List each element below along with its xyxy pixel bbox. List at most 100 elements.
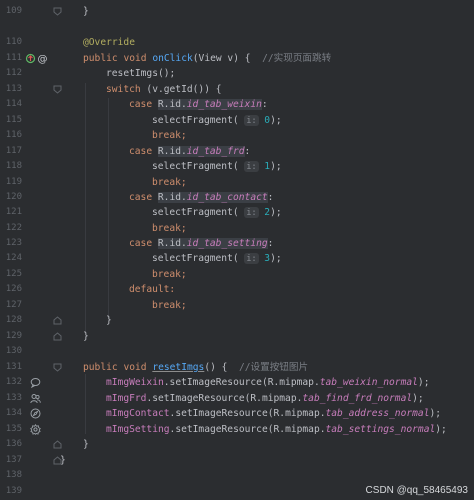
param-hint: i: (244, 207, 259, 218)
colon: : (261, 99, 268, 110)
line-number: 133 (5, 393, 22, 403)
line-number: 109 (5, 6, 22, 16)
line-number: 111 (5, 53, 22, 63)
resource-id: tab_find_frd_normal (302, 393, 413, 404)
code-line[interactable]: default: (0, 282, 474, 297)
method-name: resetImgs (152, 362, 205, 373)
code-line[interactable]: case R.id.id_tab_contact: (0, 190, 474, 205)
fold-marker-icon[interactable] (53, 316, 62, 325)
users-icon[interactable] (30, 393, 41, 404)
close-call: ); (429, 408, 442, 419)
line-number: 131 (5, 362, 22, 372)
compass-icon[interactable] (30, 408, 41, 419)
code-line[interactable]: } (0, 4, 474, 19)
line-number: 114 (5, 99, 22, 109)
method-call: resetImgs(); (106, 68, 176, 79)
brace: } (83, 6, 89, 17)
code-line[interactable]: case R.id.id_tab_weixin: (0, 97, 474, 112)
code-line[interactable]: selectFragment( i: 1); (0, 159, 474, 174)
code-line[interactable]: break; (0, 128, 474, 143)
override-up-icon[interactable] (25, 53, 36, 64)
line-number: 136 (5, 439, 22, 449)
line-number: 121 (5, 207, 22, 217)
r-id: R.id. (157, 99, 187, 110)
code-line[interactable]: } (0, 453, 474, 468)
line-number: 119 (5, 177, 22, 187)
code-line[interactable]: @Override (0, 35, 474, 50)
r-id: R.id. (157, 238, 187, 249)
annotation-at-icon[interactable]: @ (37, 53, 48, 64)
code-line[interactable]: break; (0, 267, 474, 282)
resource-id: tab_settings_normal (325, 424, 436, 435)
method-call: .setImageResource(R.mipmap. (146, 393, 303, 404)
line-number: 115 (5, 115, 22, 125)
code-line[interactable]: case R.id.id_tab_frd: (0, 144, 474, 159)
line-number: 113 (5, 84, 22, 94)
field: mImgContact (106, 408, 170, 419)
code-line[interactable]: break; (0, 175, 474, 190)
resource-id: id_tab_contact (186, 192, 268, 203)
resource-id: id_tab_weixin (186, 99, 262, 110)
fold-marker-icon[interactable] (53, 456, 62, 465)
line-number: 122 (5, 223, 22, 233)
code-line[interactable]: resetImgs(); (0, 66, 474, 81)
method-call: .setImageResource(R.mipmap. (169, 424, 326, 435)
params: () { (204, 362, 239, 373)
fold-marker-icon[interactable] (53, 7, 62, 16)
brace: } (83, 439, 89, 450)
code-line[interactable]: case R.id.id_tab_setting: (0, 236, 474, 251)
code-line[interactable]: break; (0, 221, 474, 236)
line-number: 112 (5, 68, 22, 78)
colon: : (267, 192, 274, 203)
gear-icon[interactable] (30, 424, 41, 435)
code-line[interactable]: mImgWeixin.setImageResource(R.mipmap.tab… (0, 375, 474, 390)
line-number: 110 (5, 37, 22, 47)
param-hint: i: (244, 253, 259, 264)
line-number: 124 (5, 253, 22, 263)
code-line[interactable]: mImgContact.setImageResource(R.mipmap.ta… (0, 406, 474, 421)
code-line[interactable]: mImgFrd.setImageResource(R.mipmap.tab_fi… (0, 391, 474, 406)
params: (View v) { (192, 53, 263, 64)
method-name: onClick (152, 53, 193, 64)
code-line[interactable]: selectFragment( i: 0); (0, 113, 474, 128)
code-line[interactable]: mImgSetting.setImageResource(R.mipmap.ta… (0, 422, 474, 437)
line-number: 130 (5, 346, 22, 356)
code-line[interactable]: public void onClick(View v) { //实现页面跳转 (0, 51, 474, 66)
fold-marker-icon[interactable] (53, 85, 62, 94)
line-number: 117 (5, 146, 22, 156)
code-editor[interactable]: } @Override public void onClick(View v) … (0, 0, 474, 500)
code-line[interactable]: selectFragment( i: 3); (0, 251, 474, 266)
keyword: break; (152, 177, 187, 188)
code-line[interactable]: switch (v.getId()) { (0, 82, 474, 97)
fold-marker-icon[interactable] (53, 440, 62, 449)
method-call: .setImageResource(R.mipmap. (163, 377, 320, 388)
chat-bubble-icon[interactable] (30, 377, 41, 388)
line-number: 123 (5, 238, 22, 248)
close-call: ); (270, 161, 282, 172)
switch-expression: (v.getId()) { (140, 84, 222, 95)
code-line[interactable]: } (0, 313, 474, 328)
keyword: void (123, 53, 147, 64)
keyword: case (129, 238, 153, 249)
line-number: 137 (5, 455, 22, 465)
keyword: break; (152, 223, 187, 234)
code-line[interactable]: break; (0, 298, 474, 313)
resource-id: id_tab_setting (186, 238, 268, 249)
keyword: default: (129, 284, 176, 295)
fold-marker-icon[interactable] (53, 363, 62, 372)
code-line[interactable]: } (0, 329, 474, 344)
close-call: ); (435, 424, 447, 435)
fold-marker-icon[interactable] (53, 332, 62, 341)
code-line[interactable]: selectFragment( i: 2); (0, 205, 474, 220)
resource-id: tab_weixin_normal (319, 377, 418, 388)
keyword: case (129, 146, 153, 157)
code-line[interactable]: public void resetImgs() { //设置按钮图片 (0, 360, 474, 375)
close-call: ); (270, 207, 282, 218)
resource-id: tab_address_normal (325, 408, 430, 419)
code-line[interactable]: } (0, 437, 474, 452)
keyword: public (83, 53, 118, 64)
brace: } (106, 315, 112, 326)
keyword: public (83, 362, 118, 373)
line-number: 135 (5, 424, 22, 434)
close-call: ); (270, 253, 282, 264)
